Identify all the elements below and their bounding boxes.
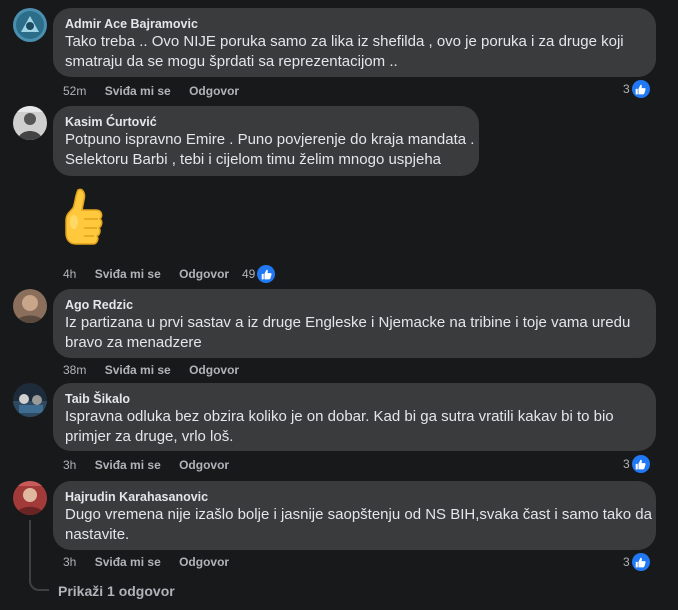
show-replies-link[interactable]: Prikaži 1 odgovor <box>58 582 175 600</box>
avatar[interactable] <box>13 481 47 515</box>
reply-button[interactable]: Odgovor <box>189 362 239 378</box>
reaction-count[interactable]: 3 <box>623 80 650 98</box>
like-button[interactable]: Sviđa mi se <box>105 362 171 378</box>
comment-bubble: Taib Šikalo Ispravna odluka bez obzira k… <box>53 383 656 451</box>
avatar[interactable] <box>13 383 47 417</box>
like-button[interactable]: Sviđa mi se <box>105 83 171 99</box>
reaction-count[interactable]: 49 <box>242 265 276 283</box>
comment-text-line: Ispravna odluka bez obzira koliko je on … <box>65 408 614 425</box>
like-button[interactable]: Sviđa mi se <box>95 554 161 570</box>
like-button[interactable]: Sviđa mi se <box>95 457 161 473</box>
comment-bubble: Kasim Ćurtović Potpuno ispravno Emire . … <box>53 106 479 176</box>
avatar[interactable] <box>13 8 47 42</box>
comment-bubble: Ago Redzic Iz partizana u prvi sastav a … <box>53 289 656 358</box>
comment-time[interactable]: 4h <box>63 266 76 282</box>
comments-section: Admir Ace Bajramovic Tako treba .. Ovo N… <box>0 0 678 610</box>
comment-text-line: Iz partizana u prvi sastav a iz druge En… <box>65 314 631 331</box>
comment-text-line: nastavite. <box>65 526 130 543</box>
comment-actions: 52m Sviđa mi se Odgovor <box>63 83 254 99</box>
reaction-count[interactable]: 3 <box>623 553 650 571</box>
comment-author[interactable]: Taib Šikalo <box>65 391 644 407</box>
comment-actions: 3h Sviđa mi se Odgovor <box>63 554 244 570</box>
comment-text-line: bravo za menadzere <box>65 334 202 351</box>
avatar[interactable] <box>13 289 47 323</box>
avatar[interactable] <box>13 106 47 140</box>
comment-time[interactable]: 3h <box>63 457 76 473</box>
reaction-number: 49 <box>242 267 256 281</box>
reaction-number: 3 <box>623 555 630 569</box>
comment-bubble: Hajrudin Karahasanovic Dugo vremena nije… <box>53 481 656 550</box>
like-reaction-icon <box>631 80 650 98</box>
thumbs-up-sticker[interactable] <box>62 186 104 254</box>
comment-time[interactable]: 52m <box>63 83 86 99</box>
comment-actions: 4h Sviđa mi se Odgovor <box>63 266 244 282</box>
comment-text-line: primjer za druge, vrlo loš. <box>65 428 234 445</box>
reaction-number: 3 <box>623 82 630 96</box>
comment-time[interactable]: 3h <box>63 554 76 570</box>
comment-text-line: Tako treba .. Ovo NIJE poruka samo za li… <box>65 33 624 50</box>
reply-button[interactable]: Odgovor <box>189 83 239 99</box>
comment-author[interactable]: Kasim Ćurtović <box>65 114 467 130</box>
reply-thread-connector <box>29 520 49 591</box>
comment-actions: 38m Sviđa mi se Odgovor <box>63 362 254 378</box>
reaction-count[interactable]: 3 <box>623 455 650 473</box>
reply-button[interactable]: Odgovor <box>179 266 229 282</box>
like-reaction-icon <box>257 265 276 283</box>
like-reaction-icon <box>631 455 650 473</box>
reaction-number: 3 <box>623 457 630 471</box>
comment-actions: 3h Sviđa mi se Odgovor <box>63 457 244 473</box>
comment-text-line: Potpuno ispravno Emire . Puno povjerenje… <box>65 131 475 148</box>
like-reaction-icon <box>631 553 650 571</box>
like-button[interactable]: Sviđa mi se <box>95 266 161 282</box>
comment-time[interactable]: 38m <box>63 362 86 378</box>
reply-button[interactable]: Odgovor <box>179 554 229 570</box>
comment-author[interactable]: Hajrudin Karahasanovic <box>65 489 644 505</box>
reply-button[interactable]: Odgovor <box>179 457 229 473</box>
comment-bubble: Admir Ace Bajramovic Tako treba .. Ovo N… <box>53 8 656 77</box>
comment-text-line: Dugo vremena nije izašlo bolje i jasnije… <box>65 506 652 523</box>
comment-author[interactable]: Admir Ace Bajramovic <box>65 16 644 32</box>
comment-text-line: Selektoru Barbi , tebi i cijelom timu že… <box>65 151 442 168</box>
comment-text-line: smatraju da se mogu šprdati sa reprezent… <box>65 53 398 70</box>
comment-author[interactable]: Ago Redzic <box>65 297 644 313</box>
